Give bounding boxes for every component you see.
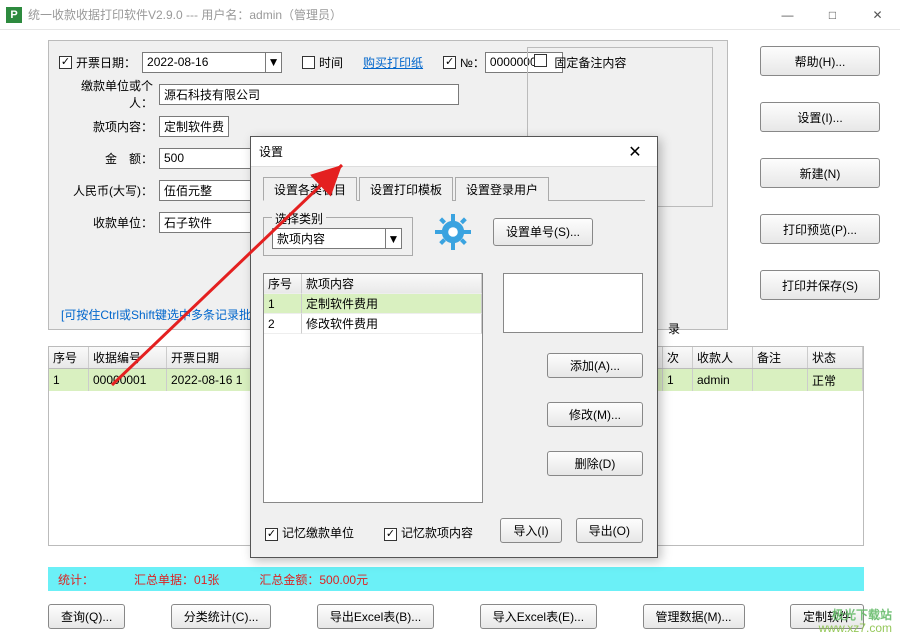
window-titlebar: P 统一收款收据打印软件V2.9.0 --- 用户名：admin（管理员） — … [0,0,900,30]
edit-button[interactable]: 修改(M)... [547,402,643,427]
manage-data-button[interactable]: 管理数据(M)... [643,604,745,629]
chevron-down-icon[interactable]: ▼ [265,53,281,72]
tab-bar: 设置各类名目 设置打印模板 设置登录用户 [263,177,645,201]
remember-content-check[interactable]: 记忆款项内容 [384,524,473,541]
summary-bar: 统计： 汇总单据：01张 汇总金额：500.00元 [48,567,864,591]
chevron-down-icon[interactable]: ▼ [385,229,401,248]
table-row[interactable]: 1 定制软件费用 [264,294,482,314]
time-label: 时间 [319,54,343,71]
window-title: 统一收款收据打印软件V2.9.0 --- 用户名：admin（管理员） [28,6,342,23]
import-button[interactable]: 导入(I) [500,518,561,543]
dialog-title: 设置 [259,143,283,160]
close-button[interactable]: ✕ [855,0,900,30]
fixed-remark-label: 固定备注内容 [554,56,626,70]
amount-cn-input[interactable] [159,180,259,201]
stats-button[interactable]: 分类统计(C)... [171,604,272,629]
export-excel-button[interactable]: 导出Excel表(B)... [317,604,434,629]
amount-cn-label: 人民币(大写)： [59,182,153,199]
tab-categories[interactable]: 设置各类名目 [263,177,357,201]
amount-label: 金 额： [59,150,153,167]
category-legend: 选择类别 [272,210,326,227]
minimize-button[interactable]: — [765,0,810,30]
multi-select-hint: [可按住Ctrl或Shift键选中多条记录批 [61,306,251,323]
app-icon: P [6,7,22,23]
category-note-box[interactable] [503,273,643,333]
export-button[interactable]: 导出(O) [576,518,643,543]
summary-label: 统计： [58,571,94,588]
summary-amount: 汇总金额：500.00元 [259,571,368,588]
no-label: №： [460,54,485,71]
maximize-button[interactable]: □ [810,0,855,30]
date-label: 开票日期： [76,54,136,71]
remember-payer-check[interactable]: 记忆缴款单位 [265,524,354,541]
category-group: 选择类别 款项内容 ▼ [263,217,413,256]
print-preview-button[interactable]: 打印预览(P)... [760,214,880,244]
amount-input[interactable] [159,148,259,169]
unit-label: 收款单位： [59,214,153,231]
settings-button[interactable]: 设置(I)... [760,102,880,132]
no-checkbox[interactable] [443,56,456,69]
print-save-button[interactable]: 打印并保存(S) [760,270,880,300]
new-button[interactable]: 新建(N) [760,158,880,188]
table-row[interactable]: 2 修改软件费用 [264,314,482,334]
summary-bills: 汇总单据：01张 [134,571,219,588]
settings-dialog: 设置 ✕ 设置各类名目 设置打印模板 设置登录用户 选择类别 款项内容 ▼ [250,136,658,558]
help-button[interactable]: 帮助(H)... [760,46,880,76]
category-table[interactable]: 序号 款项内容 1 定制软件费用 2 修改软件费用 [263,273,483,503]
date-combo[interactable]: 2022-08-16 ▼ [142,52,282,73]
add-button[interactable]: 添加(A)... [547,353,643,378]
category-combo[interactable]: 款项内容 ▼ [272,228,402,249]
set-number-button[interactable]: 设置单号(S)... [493,218,593,246]
right-button-column: 帮助(H)... 设置(I)... 新建(N) 打印预览(P)... 打印并保存… [760,46,880,300]
dialog-close-button[interactable]: ✕ [621,142,649,162]
payer-label: 缴款单位或个人： [59,77,153,111]
import-excel-button[interactable]: 导入Excel表(E)... [480,604,597,629]
watermark: 极光下载站 www.xz7.com [819,609,892,635]
payer-input[interactable] [159,84,459,105]
tab-print-template[interactable]: 设置打印模板 [359,177,453,201]
tab-login-users[interactable]: 设置登录用户 [455,177,549,201]
hint-tail: 录 [668,320,680,337]
delete-button[interactable]: 删除(D) [547,451,643,476]
unit-input[interactable] [159,212,259,233]
date-checkbox[interactable] [59,56,72,69]
dialog-titlebar: 设置 ✕ [251,137,657,167]
gear-icon [433,212,473,252]
content-label: 款项内容： [59,118,153,135]
content-input[interactable] [159,116,229,137]
buy-paper-link[interactable]: 购买打印纸 [363,54,423,71]
bottom-toolbar: 查询(Q)... 分类统计(C)... 导出Excel表(B)... 导入Exc… [48,604,864,629]
fixed-remark-checkbox[interactable] [534,54,547,67]
query-button[interactable]: 查询(Q)... [48,604,125,629]
time-checkbox[interactable] [302,56,315,69]
